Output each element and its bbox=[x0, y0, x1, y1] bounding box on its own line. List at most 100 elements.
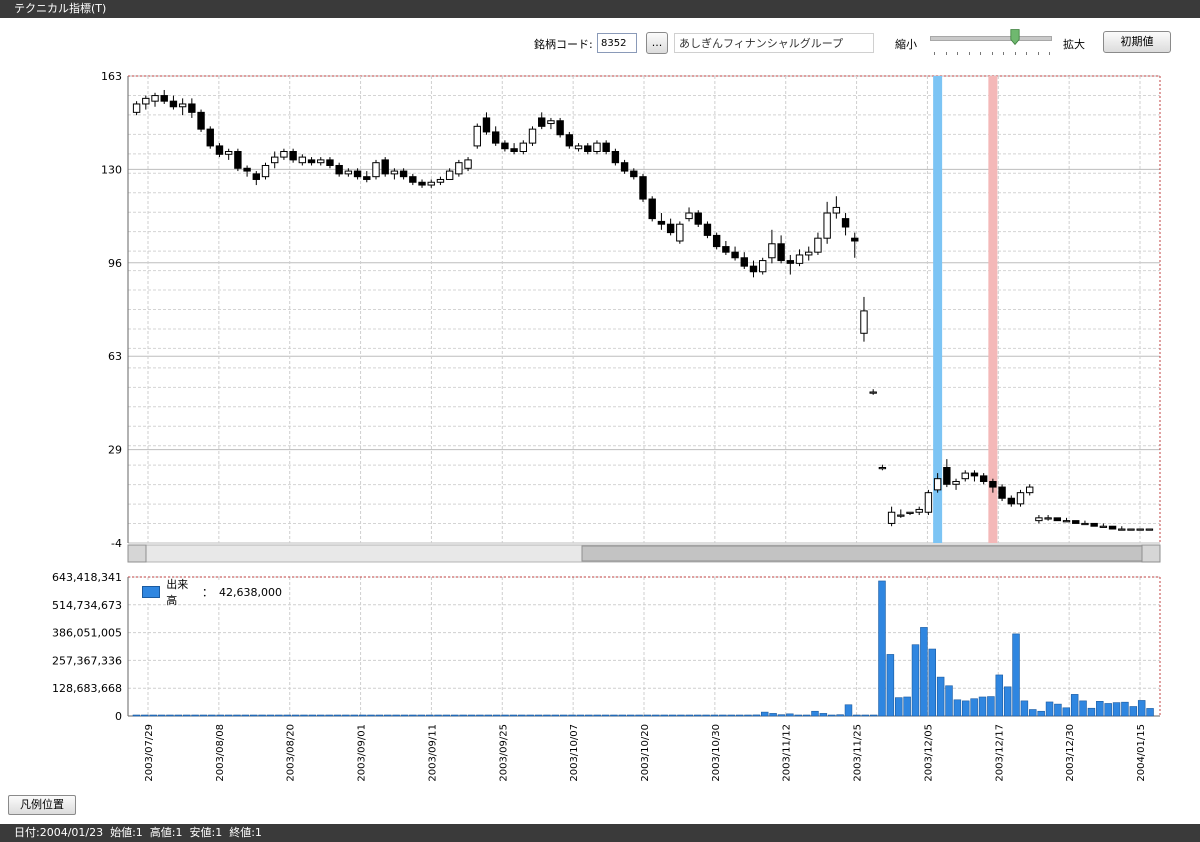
candle-body bbox=[897, 514, 905, 517]
volume-bar bbox=[752, 714, 761, 717]
candle-body bbox=[970, 472, 979, 477]
volume-bar bbox=[928, 648, 936, 717]
volume-bar bbox=[425, 714, 434, 717]
volume-bar bbox=[702, 714, 710, 717]
volume-bar bbox=[518, 714, 526, 717]
candle-body bbox=[611, 151, 620, 164]
volume-bar bbox=[652, 714, 660, 717]
volume-bar bbox=[375, 714, 384, 717]
candle-body bbox=[740, 257, 748, 267]
volume-bar bbox=[1096, 701, 1104, 717]
volume-bar bbox=[635, 714, 643, 717]
volume-bar bbox=[769, 713, 777, 717]
candle bbox=[473, 123, 481, 149]
volume-bar bbox=[409, 714, 417, 717]
candle bbox=[998, 484, 1006, 502]
candle bbox=[556, 117, 564, 138]
date-tick-label: 2003/10/20 bbox=[640, 724, 651, 782]
date-tick-label: 2003/07/29 bbox=[144, 724, 155, 782]
candle-body bbox=[722, 246, 730, 253]
candle-body bbox=[602, 142, 610, 153]
candle-body bbox=[491, 131, 500, 144]
volume-bar bbox=[551, 714, 560, 717]
legend-position-button[interactable]: 凡例位置 bbox=[8, 795, 76, 815]
date-tick-label: 2003/09/01 bbox=[357, 724, 368, 782]
candle-body bbox=[482, 117, 491, 133]
candle-body bbox=[215, 145, 224, 155]
volume-bar bbox=[543, 714, 551, 717]
volume-bar bbox=[1045, 701, 1054, 717]
scroll-left-button[interactable] bbox=[127, 544, 147, 563]
candle-body bbox=[151, 95, 159, 102]
candle-body bbox=[860, 310, 868, 334]
volume-bar bbox=[911, 644, 920, 717]
candle-body bbox=[307, 159, 316, 164]
candle-body bbox=[1118, 528, 1126, 531]
candle-body bbox=[547, 120, 555, 125]
volume-bar bbox=[601, 714, 610, 717]
candle-body bbox=[427, 181, 435, 186]
candle-body bbox=[851, 237, 859, 242]
candle bbox=[1127, 528, 1135, 531]
candle-body bbox=[445, 170, 454, 180]
date-tick-label: 2003/08/20 bbox=[286, 724, 297, 782]
date-tick-label: 2003/09/25 bbox=[498, 724, 509, 782]
volume-bar bbox=[568, 714, 576, 717]
candle-body bbox=[823, 212, 831, 239]
volume-bar bbox=[819, 713, 828, 717]
candle bbox=[528, 126, 537, 146]
candle-body bbox=[1044, 517, 1052, 520]
candle-body bbox=[924, 492, 933, 513]
volume-legend-value: 42,638,000 bbox=[219, 585, 282, 599]
volume-bar bbox=[962, 700, 970, 717]
volume-bar bbox=[936, 676, 945, 717]
candle-body bbox=[832, 206, 841, 214]
scroll-thumb[interactable] bbox=[581, 545, 1143, 562]
candle-body bbox=[252, 173, 260, 180]
date-tick-label: 2003/09/11 bbox=[427, 724, 438, 782]
volume-bar bbox=[1112, 702, 1121, 717]
volume-legend-name: 出来高 bbox=[166, 578, 189, 607]
volume-bar bbox=[794, 714, 802, 717]
volume-bar bbox=[727, 714, 735, 717]
candle-body bbox=[289, 151, 297, 161]
volume-bar bbox=[1087, 707, 1096, 717]
candle-body bbox=[639, 176, 647, 200]
volume-bar bbox=[166, 714, 174, 717]
volume-bar bbox=[610, 714, 618, 717]
candle-body bbox=[565, 134, 574, 147]
volume-bar bbox=[300, 714, 308, 717]
candle-body bbox=[381, 159, 389, 175]
volume-tick-label: 386,051,005 bbox=[52, 627, 122, 640]
scroll-right-button[interactable] bbox=[1141, 544, 1161, 563]
candle bbox=[1108, 525, 1117, 530]
candle-body bbox=[915, 508, 923, 513]
candle-body bbox=[206, 128, 214, 147]
volume-bar bbox=[1020, 700, 1029, 717]
candle-body bbox=[455, 162, 463, 175]
highlight-band bbox=[988, 76, 998, 543]
candle bbox=[758, 257, 767, 275]
volume-bar bbox=[224, 714, 233, 717]
volume-bar bbox=[367, 714, 375, 717]
volume-bar bbox=[618, 714, 627, 717]
candle-body bbox=[989, 480, 997, 488]
volume-bar bbox=[283, 714, 291, 717]
volume-bar bbox=[476, 714, 484, 717]
volume-bar bbox=[593, 714, 601, 717]
candle-body bbox=[132, 103, 141, 113]
price-tick-label: 163 bbox=[101, 70, 122, 83]
candle-body bbox=[363, 176, 371, 180]
candle bbox=[703, 221, 712, 239]
candle-body bbox=[584, 145, 592, 153]
volume-bar bbox=[1137, 700, 1146, 717]
volume-bar bbox=[400, 714, 409, 717]
candle-body bbox=[786, 260, 795, 264]
candle-body bbox=[224, 151, 233, 155]
candle-body bbox=[1016, 492, 1025, 505]
candle-body bbox=[1099, 525, 1108, 528]
candle bbox=[197, 109, 205, 132]
candle-body bbox=[1136, 528, 1144, 531]
candle-body bbox=[758, 260, 767, 273]
candle-body bbox=[952, 480, 960, 485]
